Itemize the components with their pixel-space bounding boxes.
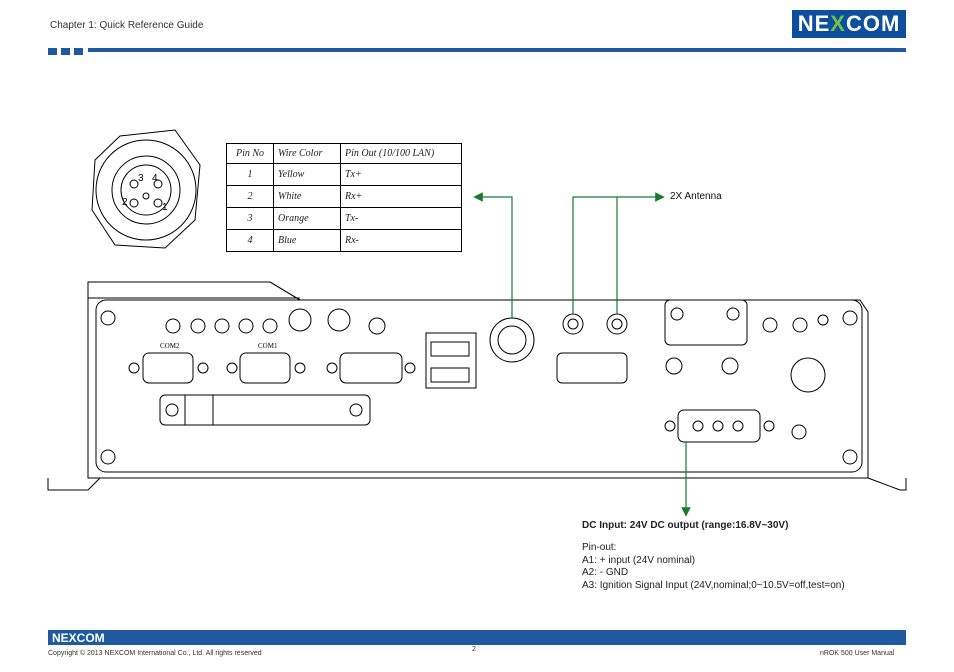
com1-label: COM1 — [258, 342, 278, 350]
pin-label: 4 — [152, 173, 158, 184]
table-row: 1 Yellow Tx+ — [226, 163, 462, 186]
header-pin-out: Pin Out (10/100 LAN) — [340, 143, 462, 164]
pinout-cell: Tx+ — [340, 163, 462, 186]
header-pin-no: Pin No — [226, 143, 274, 164]
color-cell: White — [273, 185, 341, 208]
pinout-line: A3: Ignition Signal Input (24V,nominal;0… — [582, 579, 845, 591]
antenna-label: 2X Antenna — [670, 191, 722, 202]
pin-cell: 4 — [226, 229, 274, 252]
footer-logo: NEXCOM — [52, 631, 105, 645]
color-cell: Blue — [273, 229, 341, 252]
table-row: 4 Blue Rx- — [226, 229, 462, 252]
pin-label: 3 — [138, 173, 144, 184]
chassis-outline — [47, 281, 907, 491]
pinout-cell: Rx- — [340, 229, 462, 252]
callout-arrows — [473, 192, 691, 517]
page-number: 2 — [472, 646, 476, 653]
pin-cell: 3 — [226, 207, 274, 230]
copyright: Copyright © 2013 NEXCOM International Co… — [48, 650, 262, 657]
footer-bar — [48, 630, 906, 645]
pin-cell: 2 — [226, 185, 274, 208]
pinout-cell: Rx+ — [340, 185, 462, 208]
table-row: 2 White Rx+ — [226, 185, 462, 208]
manual-title: nROK 500 User Manual — [820, 650, 895, 657]
color-cell: Orange — [273, 207, 341, 230]
com2-label: COM2 — [160, 342, 180, 350]
m12-connector-icon — [91, 129, 201, 249]
lan-pin-table: Pin No Wire Color Pin Out (10/100 LAN) 1… — [226, 143, 462, 252]
pin-label: 2 — [122, 197, 128, 208]
dc-pinout: Pin-out: A1: + input (24V nominal) A2: -… — [582, 542, 845, 592]
pinout-line: A1: + input (24V nominal) — [582, 554, 696, 566]
header-wire-color: Wire Color — [273, 143, 341, 164]
color-cell: Yellow — [273, 163, 341, 186]
pinout-cell: Tx- — [340, 207, 462, 230]
pin-label: 1 — [162, 202, 168, 213]
pin-cell: 1 — [226, 163, 274, 186]
dc-input-title: DC Input: 24V DC output (range:16.8V~30V… — [582, 520, 789, 531]
pinout-line: A2: - GND — [582, 567, 629, 578]
table-row: 3 Orange Tx- — [226, 207, 462, 230]
pinout-title: Pin-out: — [582, 542, 617, 553]
